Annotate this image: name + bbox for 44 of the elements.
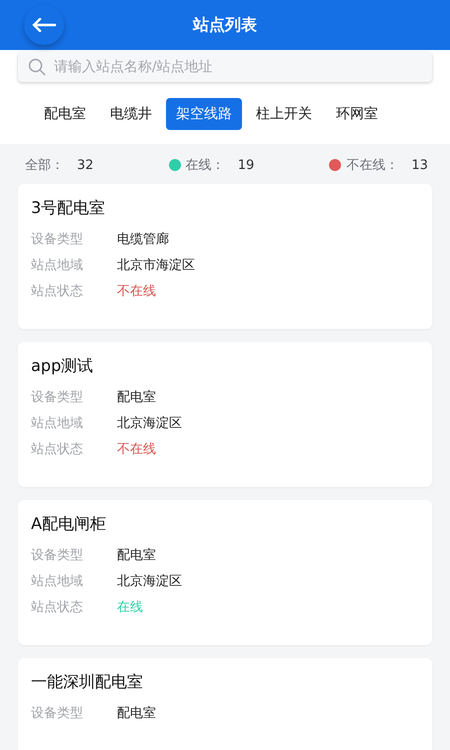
field-value: 电缆管廊 [117,231,169,249]
summary-count: 32 [77,158,94,172]
search-field[interactable]: 请输入站点名称/站点地址 [18,52,432,82]
station-name: A配电闸柜 [31,514,107,535]
field-value: 北京海淀区 [117,573,182,591]
category-tab[interactable]: 电缆井 [100,98,162,130]
station-card[interactable]: app测试 设备类型 配电室 站点地域 北京海淀区 站点状态 不在线 [18,342,432,487]
search-icon [28,58,46,76]
field-value: 北京海淀区 [117,415,182,433]
status-value: 不在线 [117,283,156,301]
back-button[interactable] [24,5,64,45]
summary-label: 在线： [186,157,225,174]
field-label: 设备类型 [31,231,84,249]
category-tab[interactable]: 架空线路 [166,98,242,130]
station-card[interactable]: 一能深圳配电室 设备类型 配电室 [18,658,432,750]
field-value: 配电室 [117,705,156,723]
summary-label: 不在线： [346,157,398,174]
field-label: 站点地域 [31,257,84,275]
category-tab[interactable]: 配电室 [34,98,96,130]
status-value: 在线 [117,599,143,617]
field-label: 站点地域 [31,415,84,433]
field-label: 设备类型 [31,389,84,407]
station-card[interactable]: 3号配电室 设备类型 电缆管廊 站点地域 北京市海淀区 站点状态 不在线 [18,184,432,329]
field-label: 站点状态 [31,599,84,617]
field-label: 站点状态 [31,441,84,459]
summary-label: 全部： [25,157,64,174]
field-label: 站点状态 [31,283,84,301]
field-value: 北京市海淀区 [117,257,195,275]
station-name: 3号配电室 [31,198,106,219]
station-card[interactable]: A配电闸柜 设备类型 配电室 站点地域 北京海淀区 站点状态 在线 [18,500,432,645]
field-value: 配电室 [117,389,156,407]
station-name: app测试 [31,356,94,377]
category-tab[interactable]: 环网室 [326,98,388,130]
status-value: 不在线 [117,441,156,459]
station-name: 一能深圳配电室 [31,672,144,693]
field-value: 配电室 [117,547,156,565]
field-label: 站点地域 [31,573,84,591]
summary-count: 13 [411,158,428,172]
field-label: 设备类型 [31,547,84,565]
category-tab[interactable]: 柱上开关 [246,98,322,130]
summary-count: 19 [238,158,254,172]
field-label: 设备类型 [31,705,84,723]
page-title: 站点列表 [193,14,257,36]
back-arrow-icon [32,18,56,32]
